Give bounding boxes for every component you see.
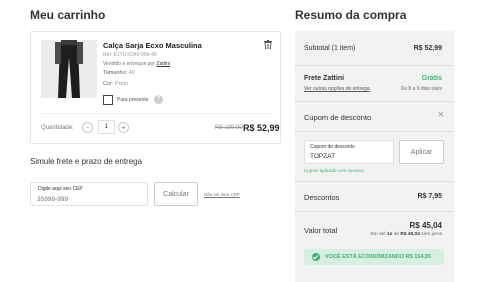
cart-title: Meu carrinho (30, 8, 106, 22)
summary-divider (295, 181, 454, 182)
product-seller: Vendido e entregue por Zattini (103, 61, 170, 67)
seller-prefix: Vendido e entregue por (103, 61, 155, 67)
savings-banner: VOCÊ ESTÁ ECONOMIZANDO R$ 154,95 (304, 249, 444, 265)
cep-label: Digite aqui seu CEP (38, 186, 83, 192)
total-value: R$ 45,04 (409, 221, 442, 230)
shipping-days: De 8 a 9 dias úteis (400, 86, 442, 92)
quantity-input[interactable]: 1 (98, 120, 115, 134)
savings-text: VOCÊ ESTÁ ECONOMIZANDO R$ 154,95 (325, 254, 432, 260)
gift-checkbox[interactable] (103, 95, 113, 105)
help-icon[interactable]: ? (154, 95, 163, 104)
product-color: Cor: Preto (103, 81, 128, 87)
apply-coupon-button[interactable]: Aplicar (399, 140, 444, 164)
quantity-label: Quantidade: (41, 125, 74, 131)
close-icon[interactable]: × (438, 110, 444, 121)
shipping-title: Simule frete e prazo de entrega (30, 157, 143, 166)
coupon-input[interactable]: TOPZAT (310, 153, 335, 160)
discount-label: Descontos (304, 193, 340, 202)
other-shipping-options-link[interactable]: Ver outras opções de entrega (304, 86, 370, 92)
summary-divider (295, 101, 454, 102)
product-ref: Ref: K1YU-0340-066-40 (103, 52, 157, 58)
product-image[interactable] (41, 40, 97, 98)
current-price: R$ 52,99 (243, 123, 280, 133)
cep-input[interactable] (37, 194, 137, 204)
gift-label: Para presente (117, 97, 149, 103)
installment-prefix: Em até (370, 232, 386, 237)
order-summary-panel: Subtotal (1 item) R$ 52,99 Frete Zattini… (295, 31, 454, 282)
color-value: Preto (114, 81, 129, 87)
trash-icon[interactable] (264, 40, 272, 49)
size-value: 40 (128, 70, 135, 76)
installment-amount: R$ 45,04 (400, 232, 420, 237)
no-cep-link[interactable]: Não sei meu CEP (204, 192, 240, 197)
subtotal-label: Subtotal (1 item) (304, 45, 356, 52)
pants-image (41, 40, 97, 98)
product-name[interactable]: Calça Sarja Ecxo Masculina (103, 41, 202, 50)
calculate-button[interactable]: Calcular (154, 182, 198, 206)
check-circle-icon (312, 253, 320, 261)
coupon-success-message: Cupom aplicado com sucesso (304, 168, 365, 173)
size-label: Tamanho: (103, 70, 128, 76)
summary-title: Resumo da compra (295, 8, 407, 22)
cep-field[interactable]: Digite aqui seu CEP (30, 182, 148, 206)
old-price: R$ 199,90 (215, 125, 243, 131)
coupon-field[interactable]: Cupom de desconto TOPZAT (304, 140, 394, 164)
summary-divider (295, 65, 454, 66)
quantity-increase-button[interactable]: + (118, 122, 129, 133)
installment-times: 1x (387, 232, 393, 237)
product-size: Tamanho: 40 (103, 70, 135, 76)
color-label: Cor: (103, 81, 114, 87)
quantity-decrease-button[interactable]: − (82, 122, 93, 133)
installment-mid: de (393, 232, 400, 237)
shipping-label: Frete Zattini (304, 75, 345, 82)
summary-divider (295, 211, 454, 212)
total-label: Valor total (304, 226, 338, 235)
cart-item-card: Calça Sarja Ecxo Masculina Ref: K1YU-034… (30, 31, 281, 144)
installment-suffix: sem juros (421, 232, 442, 237)
coupon-field-label: Cupom de desconto (310, 144, 355, 150)
discount-value: R$ 7,95 (417, 193, 442, 200)
installment-info: Em até 1x de R$ 45,04 sem juros (370, 232, 442, 237)
subtotal-value: R$ 52,99 (413, 45, 442, 52)
card-divider (41, 113, 272, 114)
coupon-section-label: Cupom de desconto (304, 113, 372, 122)
shipping-value: Grátis (421, 75, 442, 82)
summary-divider (295, 131, 454, 132)
seller-link[interactable]: Zattini (156, 61, 170, 67)
